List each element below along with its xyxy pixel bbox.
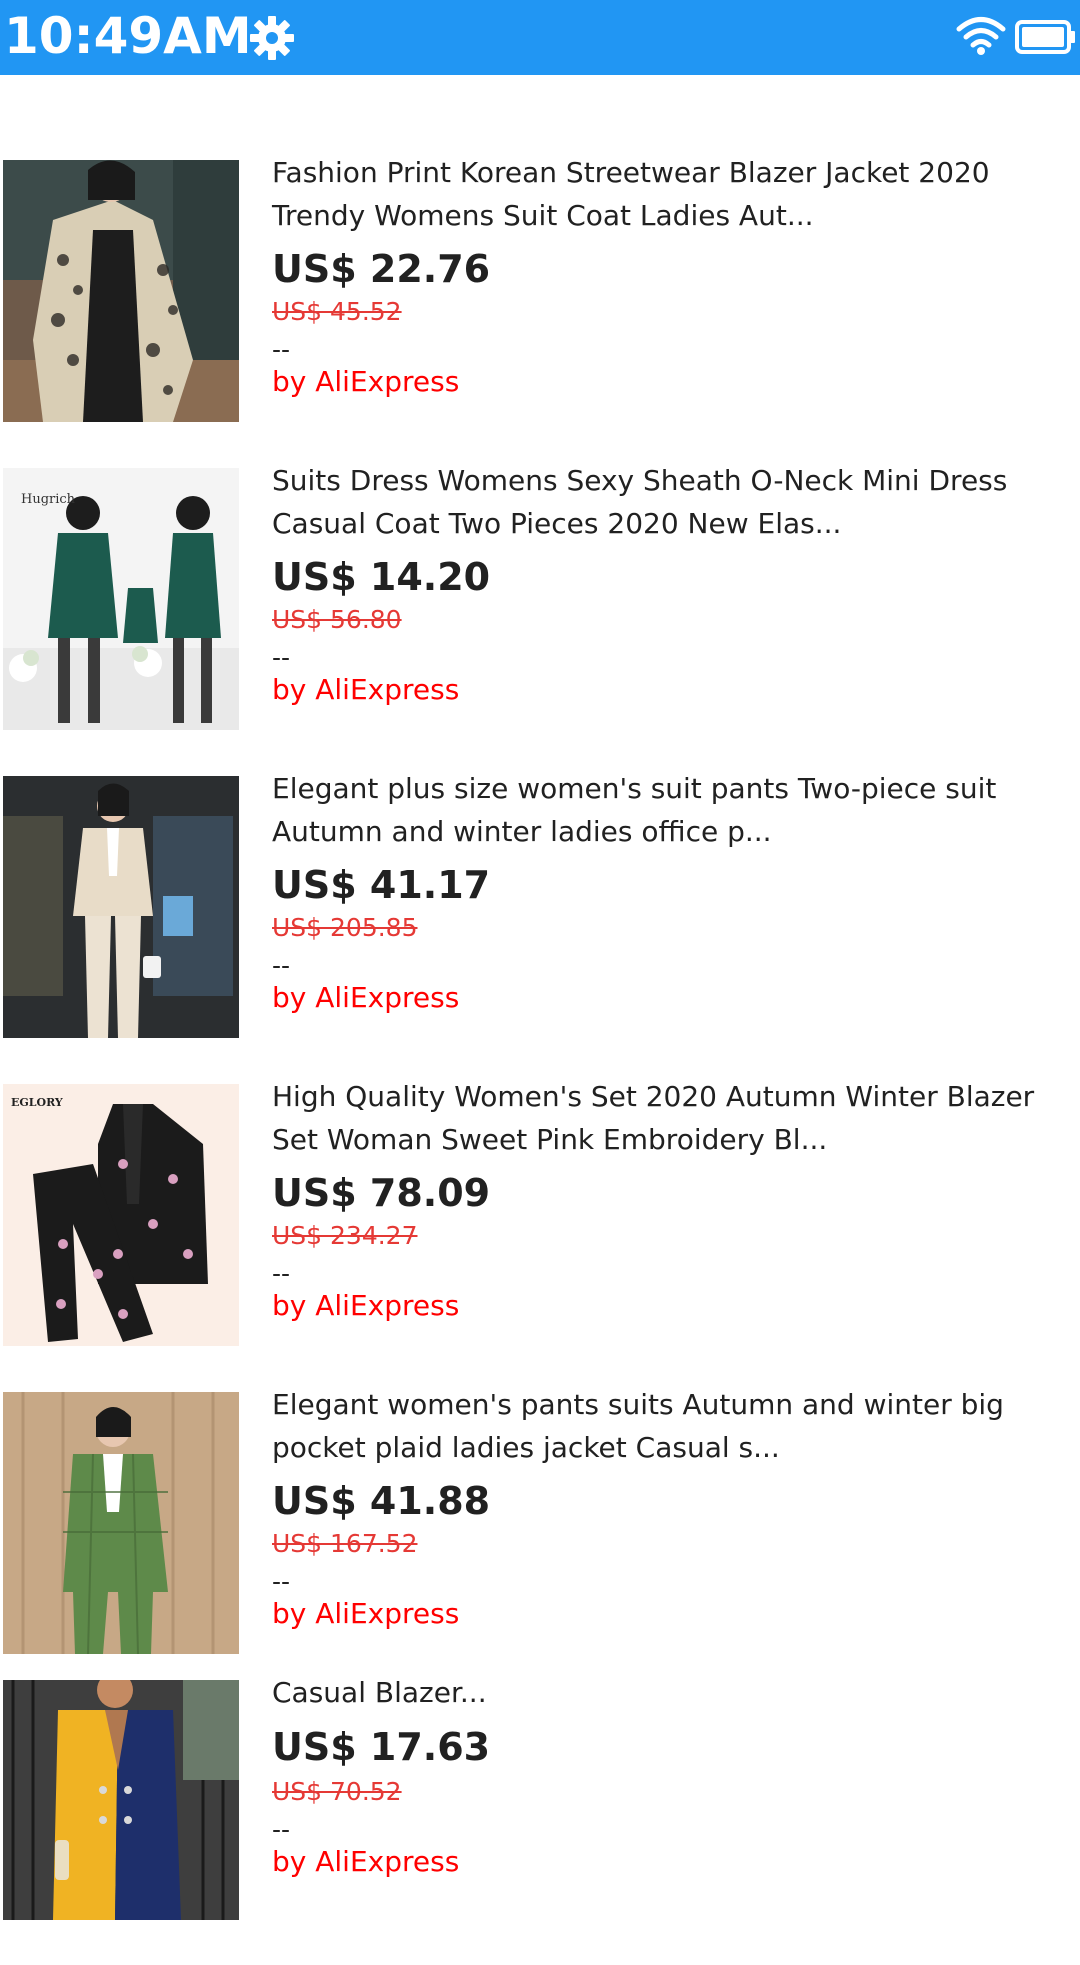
wifi-icon [956, 17, 1006, 55]
product-rating: -- [272, 1815, 291, 1844]
product-image[interactable] [3, 776, 239, 1038]
product-seller[interactable]: by AliExpress [272, 673, 459, 707]
product-image[interactable] [3, 1680, 239, 1920]
product-title[interactable]: Casual Blazer... [272, 1671, 1072, 1714]
product-price: US$ 17.63 [272, 1725, 491, 1769]
product-title[interactable]: Elegant plus size women's suit pants Two… [272, 767, 1072, 853]
product-list-item[interactable]: Casual Blazer... US$ 17.63 US$ 70.52 -- … [0, 1665, 1080, 1965]
product-list-item[interactable]: Hugrich Suits Dress Womens Sexy Sheath O… [0, 453, 1080, 753]
product-seller[interactable]: by AliExpress [272, 1289, 459, 1323]
brand-watermark: Hugrich [21, 492, 76, 507]
product-rating: -- [272, 1259, 291, 1288]
product-rating: -- [272, 951, 291, 980]
product-list-item[interactable]: Fashion Print Korean Streetwear Blazer J… [0, 145, 1080, 445]
product-price: US$ 14.20 [272, 555, 491, 599]
product-price: US$ 78.09 [272, 1171, 491, 1215]
product-seller[interactable]: by AliExpress [272, 1597, 459, 1631]
product-original-price: US$ 167.52 [272, 1529, 418, 1558]
product-original-price: US$ 234.27 [272, 1221, 418, 1250]
status-bar: 10:49AM [0, 0, 1080, 75]
product-price: US$ 41.88 [272, 1479, 491, 1523]
brand-watermark: EGLORY [11, 1096, 63, 1109]
battery-icon [1015, 20, 1075, 54]
product-rating: -- [272, 335, 291, 364]
product-image[interactable] [3, 160, 239, 422]
product-list-item[interactable]: EGLORY High Quality Women's Set 2020 Aut… [0, 1069, 1080, 1369]
gear-icon [250, 16, 294, 60]
product-list-item[interactable]: Elegant women's pants suits Autumn and w… [0, 1377, 1080, 1677]
product-price: US$ 41.17 [272, 863, 491, 907]
product-seller[interactable]: by AliExpress [272, 981, 459, 1015]
product-title[interactable]: Suits Dress Womens Sexy Sheath O-Neck Mi… [272, 459, 1072, 545]
product-image[interactable]: EGLORY [3, 1084, 239, 1346]
product-original-price: US$ 45.52 [272, 297, 402, 326]
product-image[interactable]: Hugrich [3, 468, 239, 730]
product-rating: -- [272, 1567, 291, 1596]
product-title[interactable]: High Quality Women's Set 2020 Autumn Win… [272, 1075, 1072, 1161]
product-image[interactable] [3, 1392, 239, 1654]
product-rating: -- [272, 643, 291, 672]
product-original-price: US$ 205.85 [272, 913, 418, 942]
status-time: 10:49AM [4, 7, 252, 65]
product-title[interactable]: Elegant women's pants suits Autumn and w… [272, 1383, 1072, 1469]
product-original-price: US$ 70.52 [272, 1777, 402, 1806]
product-seller[interactable]: by AliExpress [272, 365, 459, 399]
product-list-item[interactable]: Elegant plus size women's suit pants Two… [0, 761, 1080, 1061]
product-title[interactable]: Fashion Print Korean Streetwear Blazer J… [272, 151, 1072, 237]
product-price: US$ 22.76 [272, 247, 491, 291]
product-seller[interactable]: by AliExpress [272, 1845, 459, 1879]
product-original-price: US$ 56.80 [272, 605, 402, 634]
